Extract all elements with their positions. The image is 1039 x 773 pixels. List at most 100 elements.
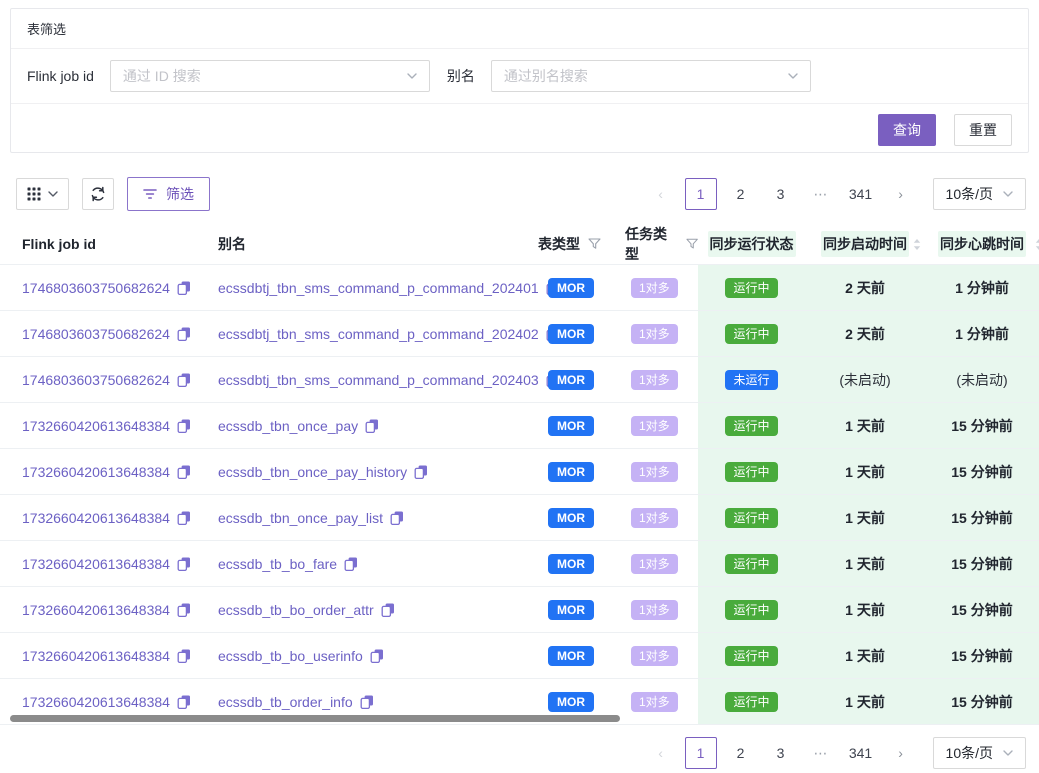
job-id-link[interactable]: 1732660420613648384 bbox=[22, 510, 170, 526]
status-badge: 运行中 bbox=[725, 646, 777, 666]
toolbar: 筛选 ‹123⋯341› 10条/页 bbox=[16, 177, 1026, 211]
job-id-link[interactable]: 1746803603750682624 bbox=[22, 280, 170, 296]
page-size-select[interactable]: 10条/页 bbox=[933, 737, 1026, 769]
table-type-badge: MOR bbox=[548, 370, 594, 390]
filter-funnel-icon[interactable] bbox=[686, 238, 698, 250]
alias-link[interactable]: ecssdb_tb_bo_fare bbox=[218, 556, 337, 572]
job-id-link[interactable]: 1746803603750682624 bbox=[22, 372, 170, 388]
column-header-task-type: 任务类型 bbox=[625, 224, 698, 264]
alias-link[interactable]: ecssdbtj_tbn_sms_command_p_command_20240… bbox=[218, 326, 539, 342]
status-badge: 运行中 bbox=[725, 416, 777, 436]
status-badge: 运行中 bbox=[725, 692, 777, 712]
horizontal-scrollbar-thumb[interactable] bbox=[10, 715, 620, 722]
job-id-link[interactable]: 1732660420613648384 bbox=[22, 694, 170, 710]
filter-fields-row: Flink job id 通过 ID 搜索 别名 通过别名搜索 bbox=[11, 49, 1028, 104]
status-badge: 运行中 bbox=[725, 278, 777, 298]
query-button[interactable]: 查询 bbox=[878, 114, 936, 146]
column-label: 同步运行状态 bbox=[708, 231, 796, 257]
page-button-2[interactable]: 2 bbox=[725, 178, 757, 210]
alias-link[interactable]: ecssdb_tb_order_info bbox=[218, 694, 353, 710]
job-id-link[interactable]: 1746803603750682624 bbox=[22, 326, 170, 342]
prev-page-button[interactable]: ‹ bbox=[645, 737, 677, 769]
copy-icon[interactable] bbox=[177, 327, 191, 341]
reset-button[interactable]: 重置 bbox=[954, 114, 1012, 146]
copy-icon[interactable] bbox=[381, 603, 395, 617]
copy-icon[interactable] bbox=[177, 281, 191, 295]
copy-icon[interactable] bbox=[177, 695, 191, 709]
cell-table-type: MOR bbox=[538, 541, 625, 586]
alias-select[interactable]: 通过别名搜索 bbox=[491, 60, 811, 92]
job-id-link[interactable]: 1732660420613648384 bbox=[22, 648, 170, 664]
cell-status: 运行中 bbox=[698, 495, 805, 540]
copy-icon[interactable] bbox=[390, 511, 404, 525]
page-button-1[interactable]: 1 bbox=[685, 178, 717, 210]
cell-status: 未运行 bbox=[698, 357, 805, 402]
table-type-badge: MOR bbox=[548, 416, 594, 436]
job-id-link[interactable]: 1732660420613648384 bbox=[22, 464, 170, 480]
refresh-button[interactable] bbox=[82, 178, 114, 210]
alias-link[interactable]: ecssdb_tbn_once_pay_list bbox=[218, 510, 383, 526]
chevron-down-icon bbox=[407, 73, 417, 79]
page-button-3[interactable]: 3 bbox=[765, 737, 797, 769]
copy-icon[interactable] bbox=[370, 649, 384, 663]
page-button-3[interactable]: 3 bbox=[765, 178, 797, 210]
alias-link[interactable]: ecssdb_tb_bo_order_attr bbox=[218, 602, 374, 618]
cell-status: 运行中 bbox=[698, 679, 805, 724]
copy-icon[interactable] bbox=[177, 465, 191, 479]
page-ellipsis[interactable]: ⋯ bbox=[805, 737, 837, 769]
table-row: 1732660420613648384ecssdb_tb_bo_fareMOR1… bbox=[0, 541, 1039, 587]
copy-icon[interactable] bbox=[177, 557, 191, 571]
copy-icon[interactable] bbox=[177, 603, 191, 617]
next-page-button[interactable]: › bbox=[885, 178, 917, 210]
page-button-2[interactable]: 2 bbox=[725, 737, 757, 769]
sort-icon[interactable] bbox=[1035, 239, 1039, 250]
cell-table-type: MOR bbox=[538, 633, 625, 678]
alias-link[interactable]: ecssdb_tbn_once_pay_history bbox=[218, 464, 407, 480]
cell-start-time: 1 天前 bbox=[805, 495, 925, 540]
copy-icon[interactable] bbox=[177, 419, 191, 433]
grid-view-button[interactable] bbox=[16, 178, 69, 210]
flink-job-id-select[interactable]: 通过 ID 搜索 bbox=[110, 60, 430, 92]
copy-icon[interactable] bbox=[360, 695, 374, 709]
alias-link[interactable]: ecssdb_tb_bo_userinfo bbox=[218, 648, 363, 664]
grid-icon bbox=[27, 187, 41, 201]
copy-icon[interactable] bbox=[177, 373, 191, 387]
filter-button[interactable]: 筛选 bbox=[127, 177, 210, 211]
column-header-heartbeat[interactable]: 同步心跳时间 bbox=[925, 224, 1039, 264]
column-header-start-time[interactable]: 同步启动时间 bbox=[805, 224, 925, 264]
filter-actions-row: 查询 重置 bbox=[11, 104, 1028, 152]
cell-task-type: 1对多 bbox=[625, 633, 698, 678]
job-id-link[interactable]: 1732660420613648384 bbox=[22, 602, 170, 618]
cell-task-type: 1对多 bbox=[625, 311, 698, 356]
page-button-341[interactable]: 341 bbox=[845, 178, 877, 210]
page-size-select[interactable]: 10条/页 bbox=[933, 178, 1026, 210]
task-type-badge: 1对多 bbox=[631, 416, 678, 436]
copy-icon[interactable] bbox=[177, 649, 191, 663]
cell-alias: ecssdb_tbn_once_pay_history bbox=[218, 449, 538, 494]
page-button-341[interactable]: 341 bbox=[845, 737, 877, 769]
job-id-link[interactable]: 1732660420613648384 bbox=[22, 556, 170, 572]
job-id-link[interactable]: 1732660420613648384 bbox=[22, 418, 170, 434]
next-page-button[interactable]: › bbox=[885, 737, 917, 769]
alias-link[interactable]: ecssdbtj_tbn_sms_command_p_command_20240… bbox=[218, 280, 539, 296]
status-badge: 运行中 bbox=[725, 324, 777, 344]
filter-funnel-icon[interactable] bbox=[588, 238, 601, 250]
prev-page-button[interactable]: ‹ bbox=[645, 178, 677, 210]
task-type-badge: 1对多 bbox=[631, 692, 678, 712]
cell-alias: ecssdbtj_tbn_sms_command_p_command_20240… bbox=[218, 357, 538, 402]
copy-icon[interactable] bbox=[365, 419, 379, 433]
column-label: Flink job id bbox=[22, 236, 96, 252]
chevron-down-icon bbox=[788, 73, 798, 79]
sort-icon[interactable] bbox=[913, 239, 921, 250]
cell-heartbeat-time: 15 分钟前 bbox=[925, 495, 1039, 540]
alias-link[interactable]: ecssdbtj_tbn_sms_command_p_command_20240… bbox=[218, 372, 539, 388]
page-button-1[interactable]: 1 bbox=[685, 737, 717, 769]
cell-alias: ecssdb_tb_bo_userinfo bbox=[218, 633, 538, 678]
table-row: 1732660420613648384 ecssdb_tbn_once_pay MO… bbox=[0, 403, 1039, 449]
page-ellipsis[interactable]: ⋯ bbox=[805, 178, 837, 210]
copy-icon[interactable] bbox=[414, 465, 428, 479]
alias-link[interactable]: ecssdb_tbn_once_pay bbox=[218, 418, 358, 434]
task-type-badge: 1对多 bbox=[631, 508, 678, 528]
copy-icon[interactable] bbox=[177, 511, 191, 525]
copy-icon[interactable] bbox=[344, 557, 358, 571]
